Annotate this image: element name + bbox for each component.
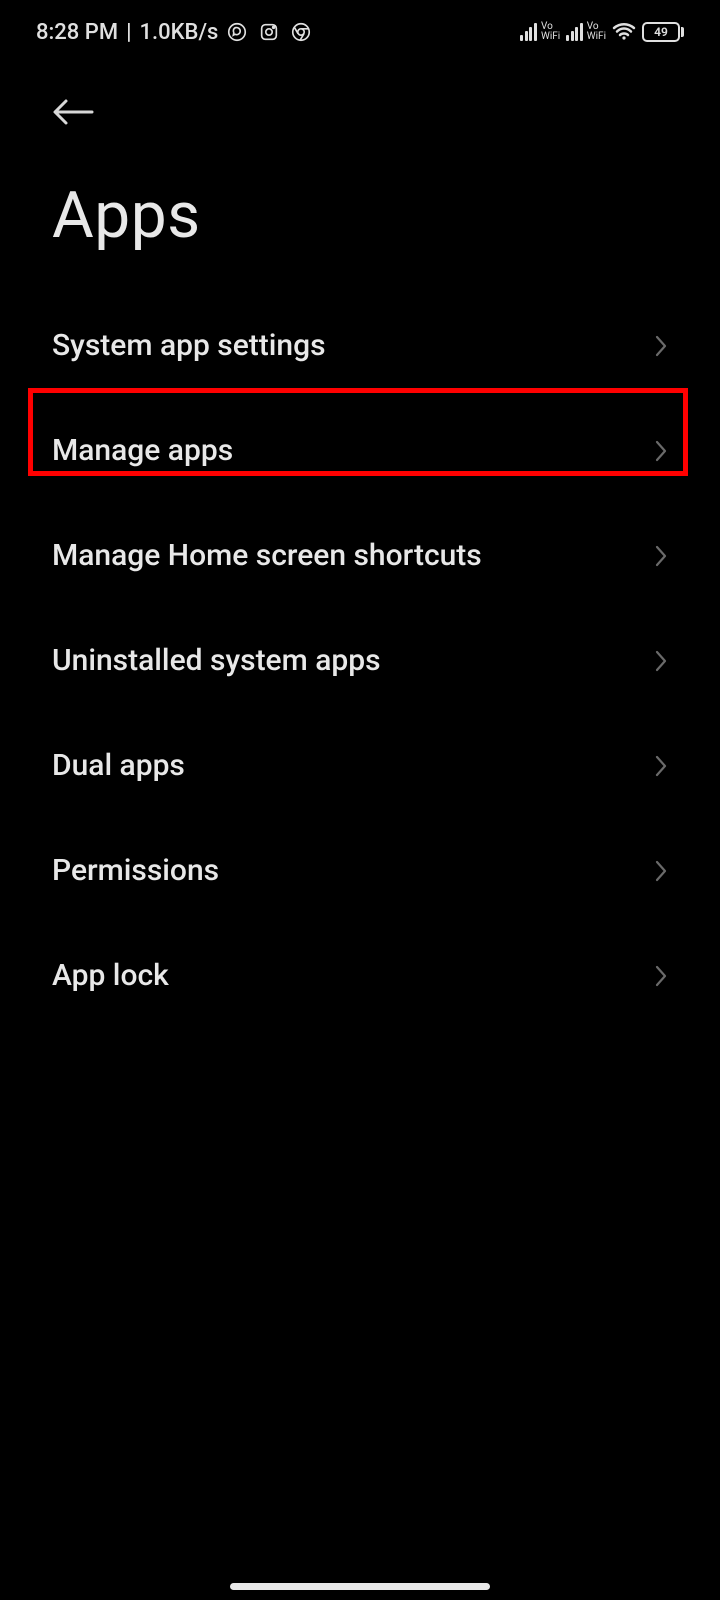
menu-item-dual-apps[interactable]: Dual apps [0, 713, 720, 818]
battery-pct: 49 [654, 25, 668, 39]
status-net-speed: 1.0KB/s [140, 20, 219, 45]
menu-item-permissions[interactable]: Permissions [0, 818, 720, 923]
status-left: 8:28 PM | 1.0KB/s [36, 20, 312, 45]
arrow-left-icon [52, 97, 94, 127]
menu-item-manage-home-screen-shortcuts[interactable]: Manage Home screen shortcuts [0, 503, 720, 608]
menu-label: Permissions [52, 853, 219, 888]
chevron-right-icon [654, 544, 668, 568]
chevron-right-icon [654, 964, 668, 988]
menu-label: System app settings [52, 328, 326, 363]
status-bar: 8:28 PM | 1.0KB/s [0, 0, 720, 60]
menu-item-app-lock[interactable]: App lock [0, 923, 720, 1028]
chevron-right-icon [654, 439, 668, 463]
chevron-right-icon [654, 859, 668, 883]
menu-label: App lock [52, 958, 169, 993]
menu-item-manage-apps[interactable]: Manage apps [0, 398, 720, 503]
back-button[interactable] [52, 90, 96, 134]
menu-label: Uninstalled system apps [52, 643, 381, 678]
menu-item-system-app-settings[interactable]: System app settings [0, 293, 720, 398]
signal-sim2: Vo WiFi [566, 22, 606, 42]
whatsapp-icon [226, 21, 248, 43]
signal-sim1: Vo WiFi [520, 22, 560, 42]
chevron-right-icon [654, 754, 668, 778]
vowifi-label-2: Vo WiFi [587, 22, 606, 42]
menu-item-uninstalled-system-apps[interactable]: Uninstalled system apps [0, 608, 720, 713]
battery-indicator: 49 [642, 22, 684, 42]
status-separator: | [126, 20, 131, 45]
status-time: 8:28 PM [36, 20, 118, 45]
chrome-icon [290, 21, 312, 43]
chevron-right-icon [654, 334, 668, 358]
wifi-icon [612, 22, 636, 42]
status-right: Vo WiFi Vo WiFi 49 [520, 22, 684, 42]
menu-label: Manage Home screen shortcuts [52, 538, 482, 573]
menu-label: Dual apps [52, 748, 185, 783]
menu-label: Manage apps [52, 433, 233, 468]
chevron-right-icon [654, 649, 668, 673]
home-indicator[interactable] [230, 1583, 490, 1590]
page-title: Apps [0, 144, 720, 293]
vowifi-label-1: Vo WiFi [541, 22, 560, 42]
instagram-icon [258, 21, 280, 43]
menu-list: System app settings Manage apps Manage H… [0, 293, 720, 1028]
